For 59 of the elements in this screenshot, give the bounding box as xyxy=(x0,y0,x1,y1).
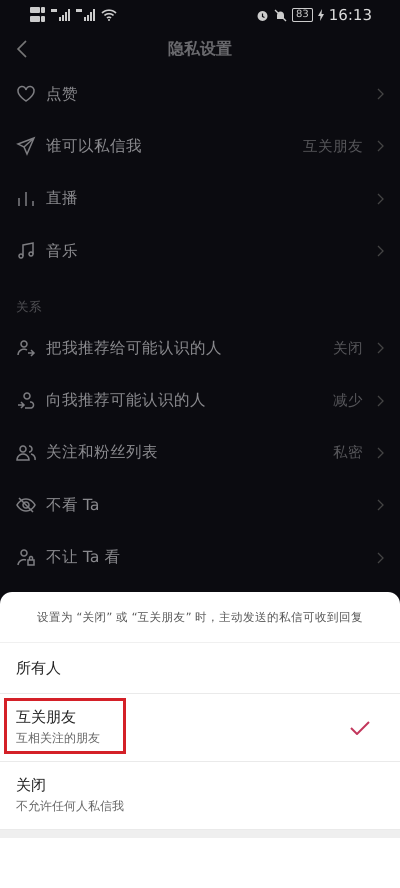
chevron-icon xyxy=(377,88,384,100)
option-subtitle: 互相关注的朋友 xyxy=(16,730,101,747)
option-subtitle: 不允许任何人私信我 xyxy=(16,798,125,815)
chevron-icon xyxy=(377,245,384,258)
person-lock-icon xyxy=(16,548,36,568)
bell-off-icon xyxy=(274,8,288,22)
charging-icon xyxy=(318,9,324,21)
clock-time: 16:13 xyxy=(328,6,372,24)
sheet-note: 设置为 “关闭” 或 “互关朋友” 时，主动发送的私信可收到回复 xyxy=(0,592,400,643)
signal-icon xyxy=(76,9,96,21)
back-icon[interactable] xyxy=(16,39,28,59)
row-label: 不让 Ta 看 xyxy=(46,547,122,568)
chevron-icon xyxy=(377,499,384,512)
row-value: 私密 xyxy=(333,444,363,462)
heart-icon xyxy=(16,84,36,104)
row-label: 谁可以私信我 xyxy=(46,136,143,157)
page-title: 隐私设置 xyxy=(168,38,232,60)
chevron-icon xyxy=(377,192,384,205)
chevron-icon xyxy=(377,394,384,407)
chevron-icon xyxy=(377,552,384,564)
settings-row[interactable]: 关注和粉丝列表 私密 xyxy=(0,426,400,480)
settings-row[interactable]: 把我推荐给可能认识的人 关闭 xyxy=(0,322,400,374)
paper-plane-icon xyxy=(16,136,36,156)
row-value: 互关朋友 xyxy=(303,138,363,156)
row-value: 关闭 xyxy=(333,340,363,358)
option-title: 关闭 xyxy=(16,776,47,795)
person-arrow-icon xyxy=(16,338,36,358)
option-row[interactable]: 互关朋友 互相关注的朋友 xyxy=(0,694,400,762)
chevron-icon xyxy=(377,342,384,354)
settings-row[interactable]: 音乐 xyxy=(0,224,400,278)
row-label: 直播 xyxy=(46,188,79,210)
row-label: 把我推荐给可能认识的人 xyxy=(46,338,223,359)
section-header: 关系 xyxy=(15,298,43,316)
battery-level: 83 xyxy=(292,8,313,22)
settings-row[interactable]: 谁可以私信我 互关朋友 xyxy=(0,120,400,173)
settings-row[interactable]: 不看 Ta xyxy=(0,479,400,532)
row-value: 减少 xyxy=(333,392,363,410)
row-label: 不看 Ta xyxy=(46,494,100,516)
signal-icon xyxy=(51,9,71,21)
chevron-icon xyxy=(377,446,384,459)
option-row[interactable]: 所有人 xyxy=(0,643,400,694)
settings-row[interactable]: 直播 xyxy=(0,172,400,225)
settings-row[interactable]: 点赞 xyxy=(0,68,400,120)
settings-row[interactable]: 向我推荐可能认识的人 减少 xyxy=(0,374,400,427)
chevron-icon xyxy=(377,140,384,152)
alarm-icon xyxy=(256,8,270,22)
person-arrow-icon xyxy=(16,390,36,411)
row-label: 点赞 xyxy=(46,84,79,105)
music-note-icon xyxy=(16,241,36,262)
sim-icon xyxy=(30,6,46,24)
row-label: 关注和粉丝列表 xyxy=(46,442,159,464)
wifi-icon xyxy=(101,9,117,21)
option-title: 所有人 xyxy=(16,658,62,678)
row-label: 向我推荐可能认识的人 xyxy=(46,390,207,412)
people-icon xyxy=(16,442,36,463)
eye-off-icon xyxy=(16,495,36,516)
option-title: 互关朋友 xyxy=(16,708,77,727)
row-label: 音乐 xyxy=(46,240,79,262)
settings-row[interactable]: 不让 Ta 看 xyxy=(0,531,400,584)
